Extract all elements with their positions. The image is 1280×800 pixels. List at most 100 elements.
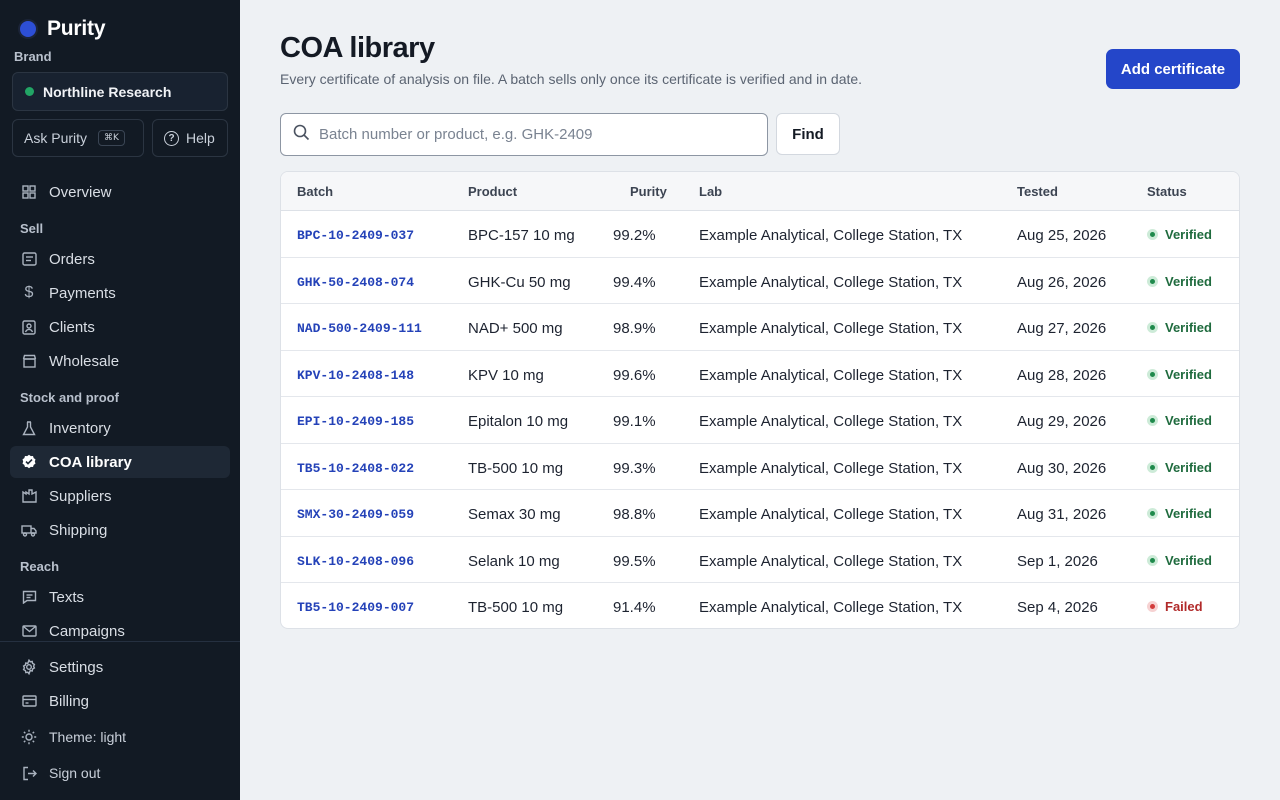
tested-cell: Aug 31, 2026 [1017,506,1107,523]
nav-overview[interactable]: Overview [10,176,230,208]
nav-suppliers[interactable]: Suppliers [10,480,230,512]
theme-toggle[interactable]: Theme: light [10,721,230,753]
lab-cell: Example Analytical, College Station, TX [699,366,963,384]
table-row[interactable]: NAD-500-2409-111 NAD+ 500 mg 98.9% Example … [281,304,1239,351]
nav-texts[interactable]: Texts [10,581,230,613]
batch-link[interactable]: EPI-10-2409-185 [297,414,414,429]
column-header-status[interactable]: Status [1147,184,1187,199]
batch-link[interactable]: SMX-30-2409-059 [297,507,414,522]
factory-icon [20,487,38,505]
batch-link[interactable]: GHK-50-2408-074 [297,275,414,290]
table-row[interactable]: KPV-10-2408-148 KPV 10 mg 99.6% Example Ana… [281,351,1239,397]
status-label: Failed [1165,599,1203,614]
nav-label: Texts [49,588,85,606]
table-row[interactable]: BPC-10-2409-037 BPC-157 10 mg 99.2% Example… [281,211,1239,258]
batch-link[interactable]: NAD-500-2409-111 [297,321,422,336]
sign-out-icon [20,764,38,782]
column-header-batch[interactable]: Batch [297,184,333,199]
purity-cell: 99.6% [613,366,656,384]
product-cell: Epitalon 10 mg [468,413,569,430]
sign-out-label: Sign out [49,765,101,781]
page-subtitle: Every certificate of analysis on file. A… [280,71,863,87]
product-cell: Semax 30 mg [468,506,561,523]
lab-cell: Example Analytical, College Station, TX [699,552,963,570]
column-header-purity[interactable]: Purity [630,184,667,199]
nav-billing[interactable]: Billing [10,685,230,717]
lab-cell: Example Analytical, College Station, TX [699,273,963,291]
nav-section-sell: Sell [20,221,44,236]
nav-label: Settings [49,658,104,676]
product-cell: GHK-Cu 50 mg [468,273,571,291]
status-badge: Verified [1147,413,1212,428]
brand-switcher[interactable]: Northline Research [12,72,228,111]
column-header-lab[interactable]: Lab [699,184,722,199]
nav-clients[interactable]: Clients [10,311,230,343]
table-row[interactable]: SMX-30-2409-059 Semax 30 mg 98.8% Example A… [281,490,1239,537]
tested-cell: Aug 27, 2026 [1017,320,1107,337]
nav-orders[interactable]: Orders [10,243,230,275]
nav-label: Inventory [49,419,111,437]
table-row[interactable]: GHK-50-2408-074 GHK-Cu 50 mg 99.4% Example … [281,258,1239,304]
grid-icon [20,183,38,201]
table-row[interactable]: EPI-10-2409-185 Epitalon 10 mg 99.1% Exampl… [281,397,1239,444]
lab-cell: Example Analytical, College Station, TX [699,506,963,523]
app-logo[interactable]: Purity [20,16,106,42]
table-row[interactable]: SLK-10-2408-096 Selank 10 mg 99.5% Example … [281,537,1239,583]
brand-label: Brand [14,49,52,64]
status-label: Verified [1165,366,1212,382]
tested-cell: Sep 1, 2026 [1017,552,1098,570]
ask-purity-button[interactable]: Ask Purity ⌘K [12,119,144,157]
purity-cell: 99.3% [613,459,656,477]
nav-label: Clients [49,318,95,336]
batch-link[interactable]: KPV-10-2408-148 [297,368,414,383]
nav-wholesale[interactable]: Wholesale [10,345,230,377]
ask-purity-label: Ask Purity [24,130,88,146]
status-label: Verified [1165,552,1212,568]
column-header-tested[interactable]: Tested [1017,184,1058,199]
logo-mark [20,21,36,37]
tested-cell: Aug 28, 2026 [1017,366,1107,384]
contact-card-icon [20,318,38,336]
sign-out-button[interactable]: Sign out [10,757,230,789]
message-icon [20,588,38,606]
status-label: Verified [1165,459,1212,475]
search-input[interactable] [319,126,749,143]
lab-cell: Example Analytical, College Station, TX [699,599,963,616]
help-icon: ? [164,130,179,146]
batch-link[interactable]: SLK-10-2408-096 [297,554,414,569]
status-dot-icon [1147,415,1158,426]
shortcut-badge: ⌘K [98,130,125,146]
find-button[interactable]: Find [776,113,840,155]
nav-coa-library[interactable]: COA library [10,446,230,478]
product-cell: NAD+ 500 mg [468,320,563,337]
column-header-product[interactable]: Product [468,184,517,199]
batch-link[interactable]: TB5-10-2409-007 [297,600,414,615]
table-row[interactable]: TB5-10-2408-022 TB-500 10 mg 99.3% Example … [281,444,1239,490]
nav-campaigns[interactable]: Campaigns [10,615,230,647]
help-label: Help [186,130,215,146]
tested-cell: Aug 26, 2026 [1017,273,1107,291]
status-badge: Verified [1147,274,1212,289]
lab-cell: Example Analytical, College Station, TX [699,459,963,477]
brand-name: Northline Research [43,83,172,100]
tested-cell: Aug 25, 2026 [1017,227,1107,244]
help-button[interactable]: ? Help [152,119,228,157]
mail-icon [20,622,38,640]
nav-payments[interactable]: $ Payments [10,277,230,309]
nav-shipping[interactable]: Shipping [10,514,230,546]
table-row[interactable]: TB5-10-2409-007 TB-500 10 mg 91.4% Example … [281,583,1239,628]
nav-inventory[interactable]: Inventory [10,412,230,444]
page-title: COA library [280,32,435,64]
purity-cell: 91.4% [613,599,656,616]
batch-link[interactable]: TB5-10-2408-022 [297,461,414,476]
product-cell: TB-500 10 mg [468,459,564,477]
product-cell: BPC-157 10 mg [468,227,575,244]
add-certificate-button[interactable]: Add certificate [1106,49,1240,89]
status-dot-icon [1147,275,1158,287]
nav-settings[interactable]: Settings [10,651,230,683]
nav-label: Billing [49,692,90,710]
batch-link[interactable]: BPC-10-2409-037 [297,228,414,243]
status-dot-icon [1147,229,1158,240]
status-badge: Verified [1147,367,1212,382]
truck-icon [20,521,38,539]
